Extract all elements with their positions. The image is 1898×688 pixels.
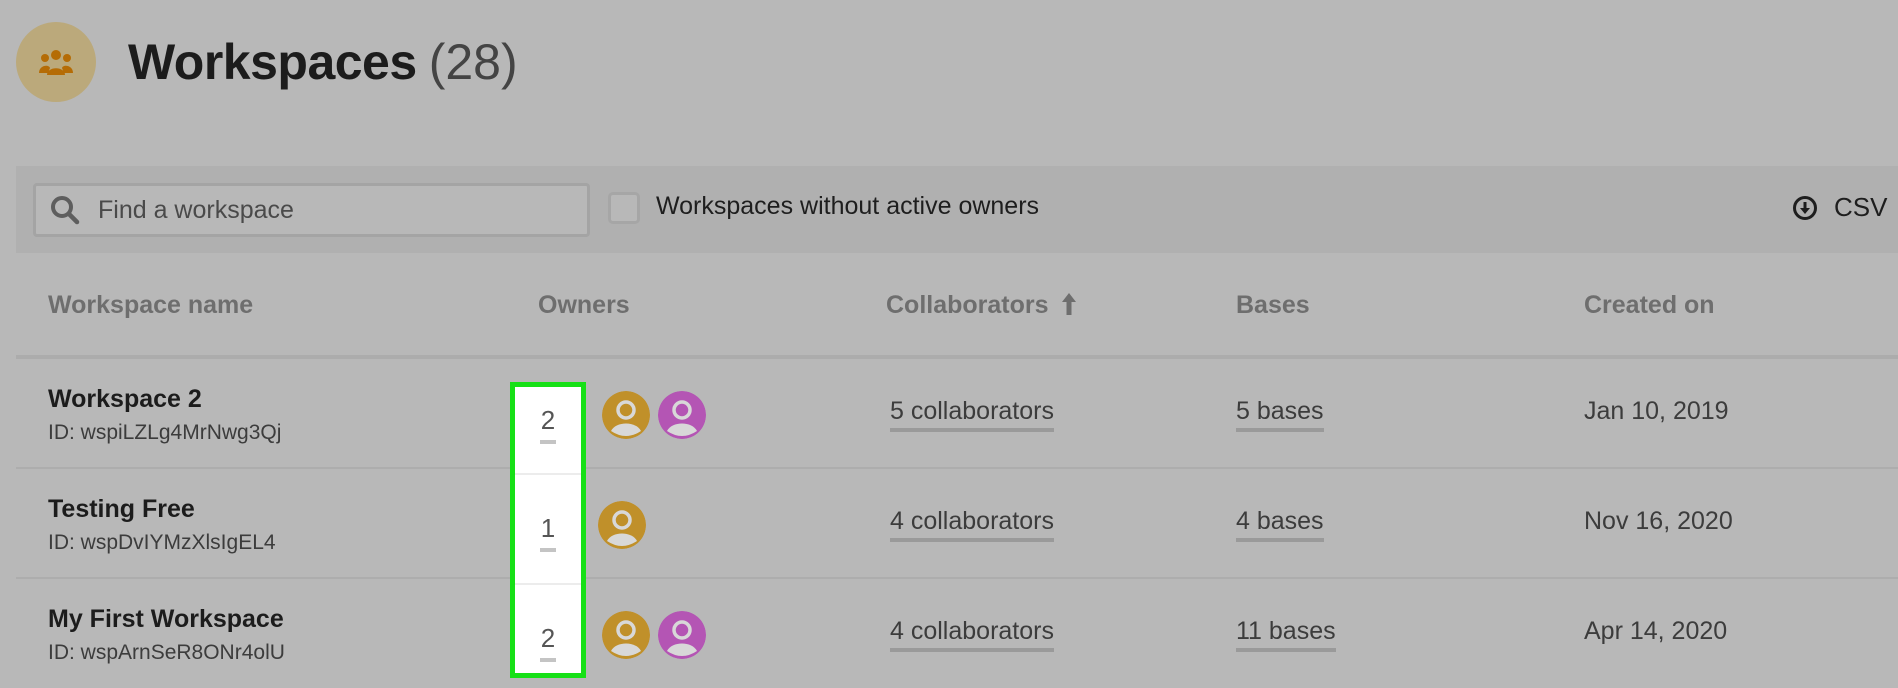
user-avatar-icon bbox=[602, 611, 650, 659]
table-row[interactable]: My First Workspace ID: wspArnSeR8ONr4olU bbox=[16, 579, 1898, 688]
owners-count[interactable]: 2 bbox=[515, 623, 581, 662]
without-owners-checkbox[interactable] bbox=[608, 192, 640, 224]
user-avatar-icon bbox=[598, 501, 646, 549]
owners-count[interactable]: 2 bbox=[515, 405, 581, 444]
owner-avatars bbox=[602, 391, 706, 439]
page-header: Workspaces (28) bbox=[16, 22, 518, 102]
workspace-name[interactable]: Testing Free bbox=[48, 495, 195, 524]
table-row[interactable]: Testing Free ID: wspDvIYMzXlsIgEL4 4 col… bbox=[16, 469, 1898, 579]
without-owners-label[interactable]: Workspaces without active owners bbox=[656, 192, 1039, 221]
bases-link[interactable]: 4 bases bbox=[1236, 507, 1324, 542]
sort-ascending-icon bbox=[1061, 293, 1076, 315]
toolbar: Workspaces without active owners CSV bbox=[16, 166, 1898, 253]
bases-link[interactable]: 5 bases bbox=[1236, 397, 1324, 432]
export-csv-button[interactable]: CSV bbox=[1792, 192, 1887, 223]
column-header-owners[interactable]: Owners bbox=[538, 291, 630, 320]
user-avatar-icon bbox=[602, 391, 650, 439]
owners-count-cell[interactable]: 2 bbox=[515, 387, 581, 475]
avatar[interactable] bbox=[598, 501, 646, 549]
collaborators-link[interactable]: 5 collaborators bbox=[890, 397, 1054, 432]
owners-count-cell[interactable]: 1 bbox=[515, 475, 581, 585]
workspace-name[interactable]: Workspace 2 bbox=[48, 385, 202, 414]
owner-avatars bbox=[598, 501, 646, 549]
workspace-count: (28) bbox=[428, 34, 518, 90]
owners-count[interactable]: 1 bbox=[515, 513, 581, 552]
user-avatar-icon bbox=[658, 611, 706, 659]
bases-link[interactable]: 11 bases bbox=[1236, 617, 1336, 652]
page-title: Workspaces bbox=[128, 34, 417, 90]
workspaces-table: Workspace name Owners Collaborators Base… bbox=[16, 253, 1898, 688]
download-circle-icon bbox=[1793, 195, 1817, 220]
column-header-workspace-name[interactable]: Workspace name bbox=[48, 291, 253, 320]
workspace-id: ID: wspArnSeR8ONr4olU bbox=[48, 641, 285, 664]
workspace-id: ID: wspDvIYMzXlsIgEL4 bbox=[48, 531, 276, 554]
workspace-id: ID: wspiLZLg4MrNwg3Qj bbox=[48, 421, 282, 444]
owners-count-cell[interactable]: 2 bbox=[515, 585, 581, 688]
column-header-collaborators[interactable]: Collaborators bbox=[886, 291, 1077, 320]
user-avatar-icon bbox=[658, 391, 706, 439]
table-row[interactable]: Workspace 2 ID: wspiLZLg4MrNwg3Qj 5 coll… bbox=[16, 359, 1898, 469]
avatar[interactable] bbox=[602, 391, 650, 439]
table-header: Workspace name Owners Collaborators Base… bbox=[16, 253, 1898, 359]
column-header-created-on[interactable]: Created on bbox=[1584, 291, 1715, 320]
search-box[interactable] bbox=[33, 183, 590, 237]
created-on-date: Jan 10, 2019 bbox=[1584, 397, 1729, 425]
collaborators-link[interactable]: 4 collaborators bbox=[890, 507, 1054, 542]
workspace-name[interactable]: My First Workspace bbox=[48, 605, 284, 634]
csv-label: CSV bbox=[1834, 192, 1888, 222]
owners-count-highlight: 2 1 2 bbox=[510, 382, 586, 678]
created-on-date: Nov 16, 2020 bbox=[1584, 507, 1733, 535]
search-input[interactable] bbox=[98, 195, 558, 225]
created-on-date: Apr 14, 2020 bbox=[1584, 617, 1728, 645]
column-header-collaborators-label: Collaborators bbox=[886, 291, 1049, 319]
owner-avatars bbox=[602, 611, 706, 659]
avatar[interactable] bbox=[658, 611, 706, 659]
search-icon bbox=[51, 196, 80, 225]
avatar[interactable] bbox=[602, 611, 650, 659]
workspaces-badge bbox=[16, 22, 96, 102]
avatar[interactable] bbox=[658, 391, 706, 439]
collaborators-link[interactable]: 4 collaborators bbox=[890, 617, 1054, 652]
workspaces-page: Workspaces (28) Workspaces without activ… bbox=[0, 0, 1898, 688]
people-group-icon bbox=[39, 50, 73, 75]
column-header-bases[interactable]: Bases bbox=[1236, 291, 1310, 320]
